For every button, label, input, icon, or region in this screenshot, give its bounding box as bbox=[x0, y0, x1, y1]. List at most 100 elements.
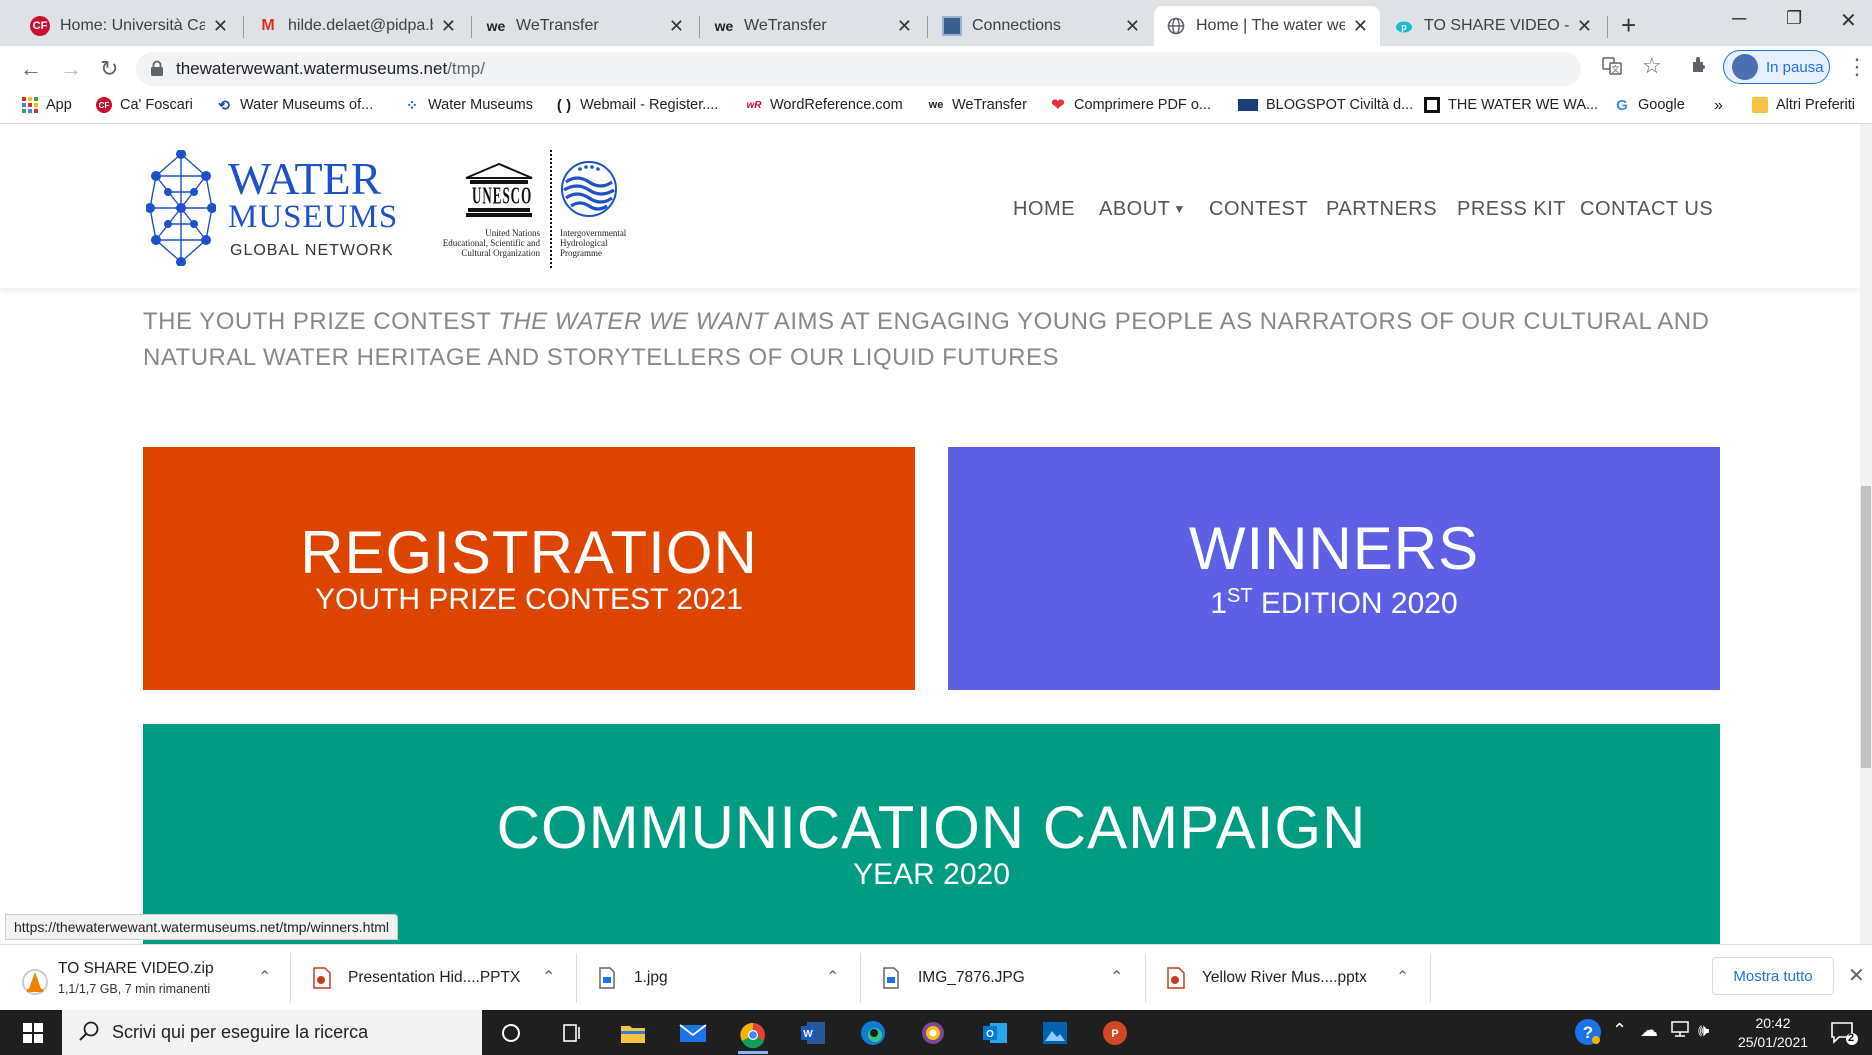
other-bookmarks[interactable]: Altri Preferiti bbox=[1752, 97, 1855, 113]
tab-wetransfer-1[interactable]: we WeTransfer ✕ bbox=[474, 6, 696, 46]
new-tab-button[interactable]: + bbox=[1621, 10, 1636, 41]
communication-campaign-card[interactable]: COMMUNICATION CAMPAIGN YEAR 2020 bbox=[143, 724, 1720, 944]
download-item-img[interactable]: IMG_7876.JPG ⌃ bbox=[882, 955, 1123, 1001]
bookmark-app[interactable]: App bbox=[22, 97, 72, 113]
taskbar-clock[interactable]: 20:42 25/01/2021 bbox=[1728, 1014, 1818, 1052]
bookmark-the-water-we-want[interactable]: THE WATER WE WA... bbox=[1424, 97, 1598, 113]
download-item-pptx[interactable]: Presentation Hid....PPTX ⌃ bbox=[312, 955, 555, 1001]
chevron-up-icon[interactable]: ⌃ bbox=[1110, 967, 1123, 987]
back-button[interactable]: ← bbox=[20, 56, 42, 82]
bookmark-water-museums-of[interactable]: ⟲ Water Museums of... bbox=[216, 97, 373, 114]
svg-text:文: 文 bbox=[1612, 64, 1620, 74]
chevron-up-icon[interactable]: ⌃ bbox=[258, 967, 271, 987]
tray-chevron-up-icon[interactable]: ⌃ bbox=[1612, 1020, 1627, 1041]
unesco-org-name: United Nations Educational, Scientific a… bbox=[430, 228, 540, 258]
download-name: 1.jpg bbox=[634, 969, 668, 986]
tab-cafoscari[interactable]: CF Home: Università Ca' Fo ✕ bbox=[18, 6, 240, 46]
heart-icon: ❤ bbox=[1051, 97, 1065, 114]
task-view-icon[interactable] bbox=[556, 1018, 586, 1048]
photos-icon[interactable] bbox=[1040, 1018, 1070, 1048]
link-status-bar: https://thewaterwewant.watermuseums.net/… bbox=[5, 914, 399, 940]
tab-connections[interactable]: Connections ✕ bbox=[930, 6, 1152, 46]
tab-divider bbox=[471, 16, 472, 38]
profile-button[interactable]: In pausa bbox=[1723, 50, 1830, 84]
chrome-icon[interactable] bbox=[738, 1018, 768, 1054]
close-icon[interactable]: ✕ bbox=[441, 16, 456, 37]
scrollbar-thumb[interactable] bbox=[1861, 486, 1871, 768]
windows-start-icon[interactable] bbox=[18, 1018, 48, 1048]
more-menu-icon[interactable]: ⋮ bbox=[1846, 54, 1868, 80]
edition-suffix: ST bbox=[1227, 584, 1253, 607]
chevron-up-icon[interactable]: ⌃ bbox=[1396, 967, 1409, 987]
download-divider bbox=[1145, 953, 1146, 1003]
download-divider bbox=[860, 953, 861, 1003]
ihp-line: Programme bbox=[560, 248, 602, 258]
close-icon[interactable]: ✕ bbox=[213, 16, 228, 37]
restore-button[interactable]: ❐ bbox=[1786, 8, 1802, 29]
minimize-button[interactable]: ─ bbox=[1732, 8, 1746, 31]
translate-icon[interactable]: 文 bbox=[1602, 56, 1622, 82]
show-all-downloads-button[interactable]: Mostra tutto bbox=[1712, 957, 1834, 995]
close-icon[interactable]: ✕ bbox=[669, 16, 684, 37]
nav-home[interactable]: HOME bbox=[1013, 198, 1075, 221]
tab-wetransfer-2[interactable]: we WeTransfer ✕ bbox=[702, 6, 924, 46]
tab-pcloud[interactable]: p TO SHARE VIDEO - pCl ✕ bbox=[1382, 6, 1604, 46]
bookmark-label: Water Museums bbox=[428, 97, 534, 113]
download-item-yellow-river[interactable]: Yellow River Mus....pptx ⌃ bbox=[1166, 955, 1409, 1001]
registration-card[interactable]: REGISTRATION YOUTH PRIZE CONTEST 2021 bbox=[143, 447, 915, 690]
help-icon[interactable]: ? bbox=[1574, 1018, 1602, 1051]
taskbar-search[interactable]: Scrivi qui per eseguire la ricerca bbox=[62, 1010, 482, 1055]
bookmark-blogspot[interactable]: BLOGSPOT Civiltà d... bbox=[1238, 97, 1413, 113]
address-bar[interactable]: thewaterwewant.watermuseums.net/tmp/ bbox=[136, 52, 1581, 86]
star-icon[interactable]: ☆ bbox=[1642, 53, 1662, 79]
nav-contact-us[interactable]: CONTACT US bbox=[1580, 198, 1713, 221]
bookmark-cafoscari[interactable]: CF Ca' Foscari bbox=[96, 97, 193, 113]
word-icon[interactable]: W bbox=[798, 1018, 828, 1048]
close-icon[interactable]: ✕ bbox=[1125, 16, 1140, 37]
tab-gmail[interactable]: M hilde.delaet@pidpa.be ✕ bbox=[246, 6, 468, 46]
bookmark-water-museums[interactable]: ⁘ Water Museums bbox=[404, 97, 534, 114]
tab-water-we-want[interactable]: Home | The water we w ✕ bbox=[1154, 6, 1380, 46]
nav-press-kit[interactable]: PRESS KIT bbox=[1457, 198, 1566, 221]
notifications-icon[interactable]: 2 bbox=[1830, 1020, 1858, 1051]
winners-card[interactable]: WINNERS 1ST EDITION 2020 bbox=[948, 447, 1720, 690]
mail-icon[interactable] bbox=[678, 1018, 708, 1048]
file-explorer-icon[interactable] bbox=[618, 1018, 648, 1048]
powerpoint-icon[interactable]: P bbox=[1100, 1018, 1130, 1048]
download-divider bbox=[576, 953, 577, 1003]
network-icon[interactable] bbox=[1670, 1020, 1690, 1043]
bookmark-wordreference[interactable]: wR WordReference.com bbox=[746, 97, 903, 113]
forward-button[interactable]: → bbox=[60, 56, 82, 82]
window-close-button[interactable]: ✕ bbox=[1840, 8, 1857, 33]
water-museums-logo[interactable]: WATER MUSEUMS GLOBAL NETWORK bbox=[146, 150, 397, 270]
edge-icon[interactable] bbox=[858, 1018, 888, 1048]
nav-contest[interactable]: CONTEST bbox=[1209, 198, 1308, 221]
chevron-up-icon[interactable]: ⌃ bbox=[542, 967, 555, 987]
bookmark-wetransfer[interactable]: we WeTransfer bbox=[928, 97, 1027, 113]
extensions-icon[interactable] bbox=[1690, 54, 1710, 80]
download-item-jpg[interactable]: 1.jpg ⌃ bbox=[598, 955, 839, 1001]
outlook-icon[interactable]: O bbox=[980, 1018, 1010, 1048]
tor-icon[interactable] bbox=[918, 1018, 948, 1048]
reload-button[interactable]: ↻ bbox=[100, 56, 118, 82]
bookmark-google[interactable]: G Google bbox=[1614, 97, 1685, 114]
nav-about[interactable]: ABOUT ▼ bbox=[1099, 198, 1186, 221]
chevron-up-icon[interactable]: ⌃ bbox=[826, 967, 839, 987]
close-icon[interactable]: ✕ bbox=[1353, 16, 1368, 37]
download-item-zip[interactable]: TO SHARE VIDEO.zip 1,1/1,7 GB, 7 min rim… bbox=[22, 955, 271, 1001]
volume-icon[interactable]: 🕪 bbox=[1698, 1020, 1709, 1041]
close-downloads-icon[interactable]: ✕ bbox=[1848, 963, 1865, 988]
cortana-icon[interactable] bbox=[496, 1018, 526, 1048]
nav-partners[interactable]: PARTNERS bbox=[1326, 198, 1437, 221]
close-icon[interactable]: ✕ bbox=[1577, 16, 1592, 37]
close-icon[interactable]: ✕ bbox=[897, 16, 912, 37]
onedrive-icon[interactable]: ☁ bbox=[1640, 1020, 1658, 1041]
unesco-logo[interactable]: UNESCO United Nations Educational, Scien… bbox=[430, 150, 646, 272]
bookmark-webmail[interactable]: ( ) Webmail - Register.... bbox=[556, 97, 718, 114]
download-name: Presentation Hid....PPTX bbox=[348, 969, 521, 986]
bookmarks-overflow-button[interactable]: » bbox=[1714, 97, 1723, 115]
wetransfer-icon: we bbox=[928, 99, 944, 111]
tab-title: TO SHARE VIDEO - pCl bbox=[1424, 17, 1569, 34]
notification-count: 2 bbox=[1848, 1032, 1855, 1044]
bookmark-comprimere-pdf[interactable]: ❤ Comprimere PDF o... bbox=[1050, 97, 1211, 114]
